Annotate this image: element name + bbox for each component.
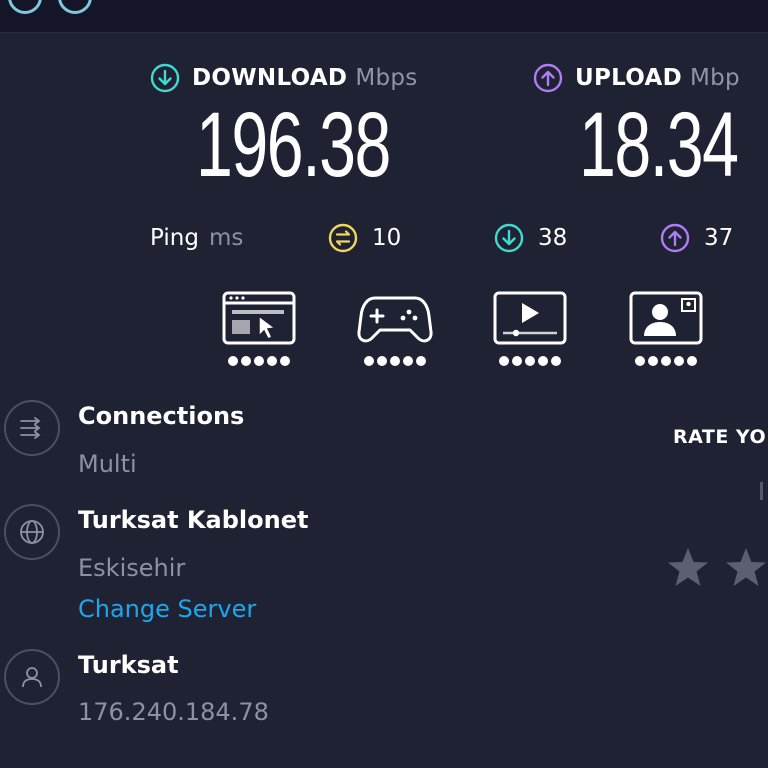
streaming-rating — [492, 356, 568, 366]
upload-unit: Mbp — [690, 65, 740, 91]
ping-upload-value: 37 — [704, 225, 734, 251]
gaming-rating — [357, 356, 433, 366]
gamepad-icon — [357, 296, 433, 343]
streaming-quality[interactable] — [492, 290, 568, 366]
web-browsing-quality[interactable] — [221, 290, 297, 366]
download-value: 196.38 — [196, 94, 391, 196]
ping-idle: 10 — [328, 222, 401, 254]
arrow-up-circle-icon — [533, 63, 563, 93]
user-icon — [4, 649, 60, 705]
top-bar — [0, 0, 768, 33]
connections-icon[interactable] — [4, 400, 60, 456]
star-icon[interactable] — [724, 546, 768, 590]
video-call-icon — [629, 291, 703, 345]
download-header: DOWNLOAD Mbps — [150, 62, 418, 94]
upload-value: 18.34 — [579, 94, 739, 196]
provider-ip: 176.240.184.78 — [78, 698, 269, 726]
ping-download: 38 — [494, 222, 567, 254]
upload-title: UPLOAD — [575, 65, 682, 91]
gaming-quality[interactable] — [357, 290, 433, 366]
rate-provider-label: RATE YO — [673, 426, 767, 448]
connections-value: Multi — [78, 450, 137, 478]
video-call-rating — [628, 356, 704, 366]
server-name: Turksat Kablonet — [78, 506, 309, 534]
arrow-up-circle-icon — [660, 223, 690, 253]
web-browsing-rating — [221, 356, 297, 366]
server-location: Eskisehir — [78, 554, 186, 582]
ping-label: Ping ms — [150, 222, 243, 254]
download-unit: Mbps — [355, 65, 418, 91]
speedtest-result-screen: DOWNLOAD Mbps 196.38 UPLOAD Mbp 18.34 Pi… — [0, 0, 768, 768]
ping-unit: ms — [208, 225, 244, 251]
ping-idle-value: 10 — [372, 225, 402, 251]
arrow-down-circle-icon — [150, 63, 180, 93]
download-title: DOWNLOAD — [192, 65, 348, 91]
arrow-down-circle-icon — [494, 223, 524, 253]
provider-name: Turksat — [78, 651, 179, 679]
connections-title: Connections — [78, 402, 245, 430]
video-call-quality[interactable] — [628, 290, 704, 366]
results-icon[interactable] — [58, 0, 92, 14]
rate-hint-mark — [760, 482, 763, 500]
star-icon[interactable] — [666, 546, 710, 590]
video-streaming-icon — [493, 291, 567, 345]
ping-title: Ping — [150, 225, 199, 251]
web-browsing-icon — [222, 291, 296, 345]
upload-header: UPLOAD Mbp — [533, 62, 740, 94]
idle-latency-icon — [328, 223, 358, 253]
share-icon[interactable] — [8, 0, 42, 14]
globe-icon — [4, 504, 60, 560]
ping-download-value: 38 — [538, 225, 568, 251]
ping-upload: 37 — [660, 222, 733, 254]
change-server-link[interactable]: Change Server — [78, 595, 256, 623]
